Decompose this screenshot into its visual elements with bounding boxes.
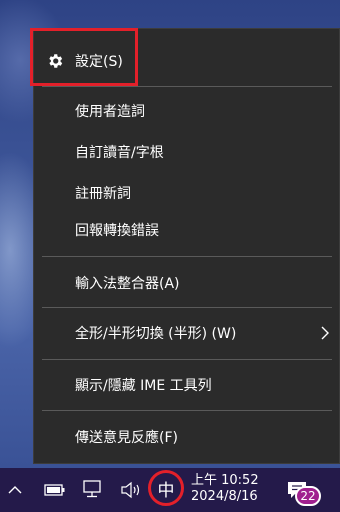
menu-item-label: 傳送意見反應(F) bbox=[75, 430, 178, 446]
network-button[interactable] bbox=[80, 468, 106, 512]
menu-item-custom-pronunciation[interactable]: 自訂讀音/字根 bbox=[34, 130, 340, 174]
menu-item-label: 顯示/隱藏 IME 工具列 bbox=[75, 378, 212, 394]
menu-item-label: 註冊新詞 bbox=[75, 186, 131, 202]
menu-item-report-conversion-error[interactable]: 回報轉換錯誤 bbox=[34, 208, 340, 252]
clock-date[interactable]: 2024/8/16 bbox=[191, 489, 258, 504]
menu-item-label: 自訂讀音/字根 bbox=[75, 145, 164, 161]
menu-divider bbox=[42, 86, 332, 87]
clock-time[interactable]: 上午 10:52 bbox=[191, 469, 259, 488]
show-hidden-icons-button[interactable] bbox=[4, 468, 26, 512]
volume-icon bbox=[121, 481, 140, 499]
menu-item-label: 全形/半形切換 (半形) (W) bbox=[75, 326, 237, 342]
highlight-circle bbox=[148, 470, 184, 506]
menu-item-send-feedback[interactable]: 傳送意見反應(F) bbox=[34, 415, 340, 459]
battery-icon bbox=[44, 484, 65, 496]
chevron-right-icon bbox=[321, 326, 329, 340]
menu-item-label: 回報轉換錯誤 bbox=[75, 223, 159, 239]
menu-item-toggle-ime-toolbar[interactable]: 顯示/隱藏 IME 工具列 bbox=[34, 363, 340, 407]
highlight-box bbox=[30, 28, 138, 86]
menu-item-ime-integrator[interactable]: 輸入法整合器(A) bbox=[34, 261, 340, 305]
menu-item-label: 輸入法整合器(A) bbox=[75, 276, 180, 292]
chevron-up-icon bbox=[8, 486, 22, 494]
network-icon bbox=[83, 480, 101, 498]
notification-count-badge: 22 bbox=[295, 486, 321, 506]
menu-item-full-half-width[interactable]: 全形/半形切換 (半形) (W) bbox=[34, 311, 340, 355]
menu-item-user-dictionary[interactable]: 使用者造詞 bbox=[34, 89, 340, 133]
battery-button[interactable] bbox=[42, 468, 68, 512]
menu-divider bbox=[42, 256, 332, 257]
ime-context-menu: 設定(S) 使用者造詞 自訂讀音/字根 註冊新詞 回報轉換錯誤 輸入法整合器(A… bbox=[33, 28, 340, 464]
menu-divider bbox=[42, 307, 332, 308]
menu-item-label: 使用者造詞 bbox=[75, 104, 145, 120]
menu-divider bbox=[42, 359, 332, 360]
volume-button[interactable] bbox=[118, 468, 144, 512]
menu-divider bbox=[42, 410, 332, 411]
